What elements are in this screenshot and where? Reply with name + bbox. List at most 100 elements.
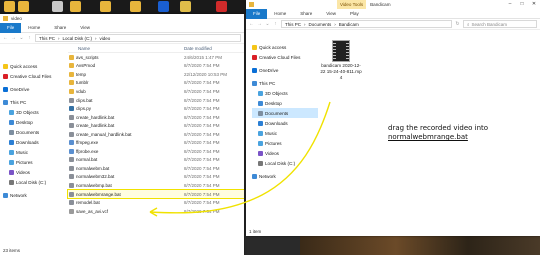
up-arrow-icon[interactable]: ↑ — [27, 35, 32, 41]
nav-item-music[interactable]: Music — [252, 128, 318, 138]
nav-item-this-pc[interactable]: This PC — [3, 97, 65, 107]
file-row[interactable]: create_hardlink.bat 8/7/2020 7:54 PM — [68, 121, 244, 130]
tab-file[interactable]: File — [246, 8, 268, 19]
forward-arrow-icon[interactable]: → — [257, 21, 262, 27]
file-name-cell: normalwebm.bat — [68, 165, 184, 171]
picture-icon — [258, 140, 263, 146]
search-input[interactable]: ⌕ Search Bandicam — [463, 20, 537, 28]
recent-dropdown-icon[interactable]: ⌄ — [265, 21, 270, 27]
nav-item-pictures[interactable]: Pictures — [3, 157, 65, 167]
nav-item-music[interactable]: Music — [3, 147, 65, 157]
nav-item-local-disk-c[interactable]: Local Disk (C:) — [252, 158, 318, 168]
folder-icon[interactable] — [100, 1, 111, 12]
file-row[interactable]: AvsPmod 8/7/2020 7:54 PM — [68, 62, 244, 71]
file-row[interactable]: ffprobe.exe 8/7/2020 7:54 PM — [68, 147, 244, 156]
breadcrumb-local-disk[interactable]: Local Disk (C:) — [63, 36, 93, 41]
folder-icon[interactable] — [70, 1, 81, 12]
video-tools-context-tab[interactable]: Video Tools — [337, 0, 367, 9]
nav-item-label: Videos — [16, 169, 30, 175]
nav-item-3d-objects[interactable]: 3D Objects — [252, 88, 318, 98]
file-row[interactable]: temp 22/12/2020 10:53 PM — [68, 70, 244, 79]
close-icon[interactable]: ✕ — [528, 0, 540, 9]
file-row[interactable]: avs_scripts 24/6/2015 1:47 PM — [68, 53, 244, 62]
file-row[interactable]: save_as_avi.vcf 8/7/2020 7:54 PM — [68, 207, 244, 216]
tab-share[interactable]: Share — [47, 23, 73, 33]
nav-item-pictures[interactable]: Pictures — [252, 138, 318, 148]
breadcrumb-this-pc[interactable]: This PC — [285, 22, 301, 27]
nav-item-downloads[interactable]: Downloads — [252, 118, 318, 128]
file-row[interactable]: normalwebmp.bat 8/7/2020 7:54 PM — [68, 181, 244, 190]
column-date-header[interactable]: Date modified — [184, 46, 212, 51]
refresh-icon[interactable]: ↻ — [455, 21, 460, 27]
nav-item-quick-access[interactable]: Quick access — [3, 61, 65, 71]
pc-icon — [3, 99, 8, 105]
music-icon — [9, 149, 14, 155]
folder-icon[interactable] — [4, 1, 15, 12]
app-icon[interactable] — [216, 1, 227, 12]
back-arrow-icon[interactable]: ← — [249, 21, 254, 27]
nav-item-network[interactable]: Network — [3, 190, 65, 200]
recent-dropdown-icon[interactable]: ⌄ — [19, 35, 24, 41]
folder-icon — [69, 54, 74, 60]
nav-item-label: Videos — [265, 150, 279, 156]
tab-share[interactable]: Share — [293, 9, 319, 19]
zoom-app-icon[interactable] — [158, 1, 169, 12]
breadcrumb-video[interactable]: video — [100, 36, 111, 41]
address-bar[interactable]: This PC › Documents › Bandicam — [281, 20, 452, 28]
breadcrumb-documents[interactable]: Documents — [309, 22, 332, 27]
file-row[interactable]: create_manual_hardlink.bat 8/7/2020 7:54 … — [68, 130, 244, 139]
file-icon — [69, 114, 74, 120]
file-name-cell: ffmpeg.exe — [68, 140, 184, 146]
nav-item-videos[interactable]: Videos — [3, 167, 65, 177]
nav-item-network[interactable]: Network — [252, 171, 318, 181]
nav-item-desktop[interactable]: Desktop — [252, 98, 318, 108]
status-bar: 1 item — [246, 228, 540, 236]
back-arrow-icon[interactable]: ← — [3, 35, 8, 41]
tab-home[interactable]: Home — [267, 9, 293, 19]
tab-view[interactable]: View — [73, 23, 97, 33]
video-file-tile[interactable]: bandicam 2020-12-22 15-24-40-811.mp4 — [320, 40, 362, 81]
address-bar[interactable]: This PC › Local Disk (C:) › video — [35, 34, 241, 42]
forward-arrow-icon[interactable]: → — [11, 35, 16, 41]
nav-item-documents[interactable]: Documents — [252, 108, 318, 118]
tab-home[interactable]: Home — [21, 23, 47, 33]
file-row[interactable]: normal.bat 8/7/2020 7:54 PM — [68, 156, 244, 165]
file-row[interactable]: normalwebm32.bat 8/7/2020 7:54 PM — [68, 173, 244, 182]
nav-item-onedrive[interactable]: OneDrive — [252, 65, 318, 75]
folder-icon[interactable] — [18, 1, 29, 12]
file-row[interactable]: clips.bat 8/7/2020 7:54 PM — [68, 96, 244, 105]
tab-play[interactable]: Play — [343, 9, 366, 19]
up-arrow-icon[interactable]: ↑ — [273, 21, 278, 27]
breadcrumb-this-pc[interactable]: This PC — [39, 36, 55, 41]
file-name: create_hardlink.bat — [76, 114, 115, 120]
file-row[interactable]: remodel.bat 8/7/2020 7:54 PM — [68, 198, 244, 207]
file-row[interactable]: tumblr 8/7/2020 7:54 PM — [68, 79, 244, 88]
nav-item-downloads[interactable]: Downloads — [3, 137, 65, 147]
folder-icon[interactable] — [130, 1, 141, 12]
desktop-icon — [258, 100, 263, 106]
nav-item-3d-objects[interactable]: 3D Objects — [3, 107, 65, 117]
nav-item-this-pc[interactable]: This PC — [252, 78, 318, 88]
tab-view[interactable]: View — [319, 9, 343, 19]
nav-item-creative-cloud-files[interactable]: Creative Cloud Files — [3, 71, 65, 81]
file-row[interactable]: normalwebmrange.bat 8/7/2020 7:54 PM — [67, 188, 244, 200]
nav-item-onedrive[interactable]: OneDrive — [3, 84, 65, 94]
app-icon[interactable] — [52, 1, 63, 12]
breadcrumb-bandicam[interactable]: Bandicam — [339, 22, 359, 27]
file-row[interactable]: ffmpeg.exe 8/7/2020 7:54 PM — [68, 138, 244, 147]
file-row[interactable]: clips.py 8/7/2020 7:54 PM — [68, 104, 244, 113]
folder-icon[interactable] — [180, 1, 191, 12]
file-row[interactable]: create_hardlink.bat 8/7/2020 7:54 PM — [68, 113, 244, 122]
nav-item-videos[interactable]: Videos — [252, 148, 318, 158]
minimize-icon[interactable]: – — [504, 0, 516, 9]
maximize-icon[interactable]: □ — [516, 0, 528, 9]
file-row[interactable]: vdub 8/7/2020 7:54 PM — [68, 87, 244, 96]
column-name-header[interactable]: Name — [68, 46, 184, 51]
nav-item-creative-cloud-files[interactable]: Creative Cloud Files — [252, 52, 318, 62]
nav-item-desktop[interactable]: Desktop — [3, 117, 65, 127]
tab-file[interactable]: File — [0, 22, 22, 33]
nav-item-documents[interactable]: Documents — [3, 127, 65, 137]
file-row[interactable]: normalwebm.bat 8/7/2020 7:54 PM — [68, 164, 244, 173]
nav-item-local-disk-c[interactable]: Local Disk (C:) — [3, 177, 65, 187]
nav-item-quick-access[interactable]: Quick access — [252, 42, 318, 52]
